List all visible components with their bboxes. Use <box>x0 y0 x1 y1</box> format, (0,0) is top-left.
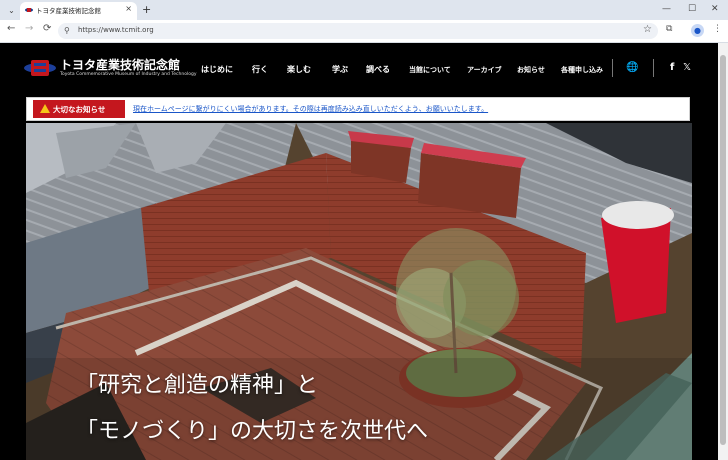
nav-news[interactable]: お知らせ <box>517 65 545 75</box>
nav-divider <box>612 59 613 77</box>
web-page: トヨタ産業技術記念館 Toyota Commemorative Museum o… <box>0 43 718 460</box>
nav-about[interactable]: 当館について <box>409 65 451 75</box>
important-notice-bar: 大切なお知らせ 現在ホームページに繋がりにくい場合があります。その際は再度読み込… <box>26 97 690 121</box>
maximize-icon[interactable]: ☐ <box>688 4 696 14</box>
bookmark-star-icon[interactable]: ☆ <box>643 24 652 35</box>
minimize-icon[interactable]: — <box>662 4 671 14</box>
x-twitter-icon[interactable]: 𝕏 <box>683 62 691 73</box>
museum-logo-icon[interactable] <box>24 57 56 79</box>
back-icon[interactable]: ← <box>7 23 15 34</box>
site-info-icon[interactable]: ⚲ <box>64 26 70 35</box>
nav-archive[interactable]: アーカイブ <box>467 65 502 75</box>
nav-manabu[interactable]: 学ぶ <box>332 64 348 75</box>
warning-icon <box>40 104 50 113</box>
nav-applications[interactable]: 各種申し込み <box>561 65 603 75</box>
nav-shiraberu[interactable]: 調べる <box>366 64 390 75</box>
nav-tanoshimu[interactable]: 楽しむ <box>287 64 311 75</box>
browser-tab[interactable]: トヨタ産業技術記念館 × <box>20 2 137 20</box>
hero-tagline-line1: 「研究と創造の精神」と <box>76 373 319 398</box>
nav-divider <box>653 59 654 77</box>
notice-link[interactable]: 現在ホームページに繋がりにくい場合があります。その際は再度読み込み直しいただくよ… <box>133 104 488 114</box>
notice-label: 大切なお知らせ <box>53 105 106 114</box>
new-tab-button[interactable]: + <box>142 3 151 16</box>
browser-menu-icon[interactable]: ⋮ <box>713 24 722 34</box>
url-text[interactable]: https://www.tcmit.org <box>78 26 154 34</box>
favicon-icon <box>25 8 33 12</box>
hero-tagline-line2: 「モノづくり」の大切さを次世代へ <box>76 419 429 444</box>
tab-title: トヨタ産業技術記念館 <box>36 7 101 15</box>
window-close-icon[interactable]: ✕ <box>711 4 719 14</box>
facebook-icon[interactable]: f <box>670 62 674 73</box>
nav-hajimeni[interactable]: はじめに <box>201 64 233 75</box>
notice-badge: 大切なお知らせ <box>33 100 125 118</box>
address-bar[interactable]: ⚲ https://www.tcmit.org ☆ <box>58 23 658 39</box>
nav-iku[interactable]: 行く <box>252 64 268 75</box>
page-scrollbar[interactable] <box>718 43 728 460</box>
scrollbar-thumb[interactable] <box>720 55 726 445</box>
tab-close-icon[interactable]: × <box>125 4 132 13</box>
site-logo-subtitle: Toyota Commemorative Museum of Industry … <box>60 72 197 77</box>
hero-image: 「研究と創造の精神」と 「モノづくり」の大切さを次世代へ <box>26 123 692 460</box>
language-globe-icon[interactable]: 🌐 <box>626 62 638 73</box>
hero-photo-illustration <box>26 123 692 460</box>
reload-icon[interactable]: ⟳ <box>43 23 51 34</box>
forward-icon[interactable]: → <box>25 23 33 34</box>
site-logo-title[interactable]: トヨタ産業技術記念館 <box>60 56 180 73</box>
profile-avatar-icon[interactable]: ● <box>691 24 704 37</box>
browser-tabstrip: ⌄ トヨタ産業技術記念館 × + — ☐ ✕ <box>0 0 728 20</box>
browser-toolbar: ← → ⟳ ⚲ https://www.tcmit.org ☆ ⧉ ● ⋮ <box>0 20 728 43</box>
extensions-icon[interactable]: ⧉ <box>666 24 672 34</box>
tab-list-button[interactable]: ⌄ <box>5 4 18 17</box>
